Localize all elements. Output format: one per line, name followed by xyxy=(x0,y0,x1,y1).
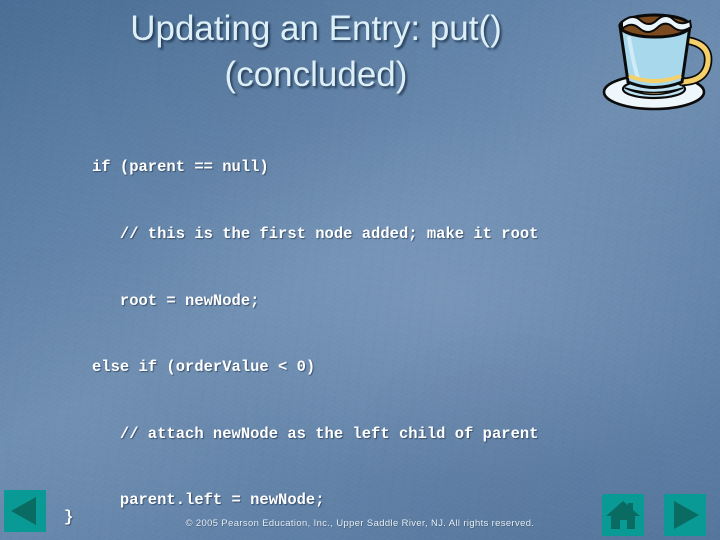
home-icon xyxy=(606,501,640,529)
code-line: else if (orderValue < 0) xyxy=(92,358,316,377)
slide-title-line-2: (concluded) xyxy=(224,55,408,94)
code-line: root = newNode; xyxy=(92,291,260,310)
coffee-cup-icon xyxy=(592,2,718,114)
code-line: parent.left = newNode; xyxy=(92,491,325,510)
slide-title: Updating an Entry: put() (concluded) xyxy=(24,6,608,98)
previous-slide-button[interactable] xyxy=(4,490,46,532)
triangle-left-icon xyxy=(11,497,36,525)
code-line: // attach newNode as the left child of p… xyxy=(92,424,539,443)
next-slide-button[interactable] xyxy=(664,494,706,536)
slide-title-line-1: Updating an Entry: put() xyxy=(130,9,502,48)
home-button[interactable] xyxy=(602,494,644,536)
triangle-right-icon xyxy=(674,501,699,529)
code-block: if (parent == null) // this is the first… xyxy=(92,112,548,540)
presentation-slide: Updating an Entry: put() (concluded) if … xyxy=(0,0,720,540)
code-line: // this is the first node added; make it… xyxy=(92,225,539,244)
code-line: if (parent == null) xyxy=(92,158,269,177)
